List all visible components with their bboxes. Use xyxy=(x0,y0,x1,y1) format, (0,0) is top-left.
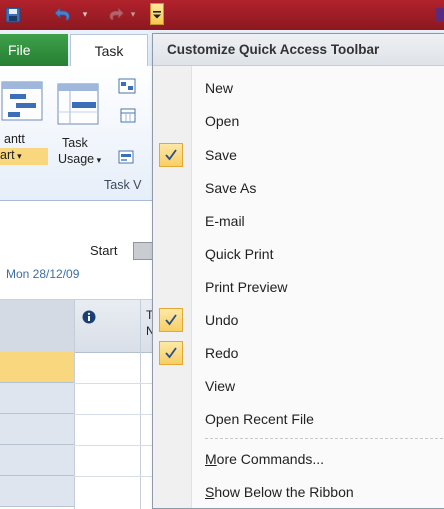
row-header[interactable] xyxy=(0,414,74,445)
timeline-start-label: Start xyxy=(90,243,118,258)
timeline-start-date: Mon 28/12/09 xyxy=(6,267,80,281)
menu-item-email[interactable]: E-mail xyxy=(153,206,444,236)
task-usage-label-line2: Usage xyxy=(58,152,95,166)
menu-item-label: Redo xyxy=(205,345,239,361)
menu-item-more-commands[interactable]: More Commands... xyxy=(153,444,444,474)
menu-item-undo[interactable]: Undo xyxy=(153,305,444,335)
menu-item-open[interactable]: Open xyxy=(153,106,444,136)
menu-item-label: Undo xyxy=(205,312,239,328)
label-rest: ore Commands... xyxy=(216,451,325,467)
redo-dropdown-icon[interactable]: ▾ xyxy=(128,4,138,26)
gantt-chart-icon[interactable] xyxy=(0,72,44,124)
other-views-icon[interactable] xyxy=(118,148,138,166)
menu-item-redo[interactable]: Redo xyxy=(153,338,444,368)
row-header[interactable] xyxy=(0,383,74,414)
task-usage-dropdown[interactable]: Usage ▾ xyxy=(58,152,101,166)
mnemonic: M xyxy=(205,451,217,467)
menu-item-quick-print[interactable]: Quick Print xyxy=(153,239,444,269)
menu-separator xyxy=(205,438,443,439)
menu-item-label: E-mail xyxy=(205,213,245,229)
menu-item-show-below-ribbon[interactable]: Show Below the Ribbon xyxy=(153,477,444,507)
checkmark-icon xyxy=(159,143,183,167)
window-icon-fragment xyxy=(436,8,444,22)
menu-title: Customize Quick Access Toolbar xyxy=(153,34,444,66)
timeline-start-marker xyxy=(133,242,153,260)
tab-file[interactable]: File xyxy=(0,34,68,66)
menu-item-label: Print Preview xyxy=(205,279,288,295)
customize-dropdown-icon xyxy=(153,11,161,19)
indicators-column-icon xyxy=(82,310,96,327)
grid-divider xyxy=(140,300,141,509)
grid-divider xyxy=(74,476,154,477)
menu-item-label: Save As xyxy=(205,180,257,196)
menu-item-open-recent-file[interactable]: Open Recent File xyxy=(153,404,444,434)
network-diagram-icon[interactable] xyxy=(118,78,138,96)
menu-item-label: Open Recent File xyxy=(205,411,314,427)
menu-item-view[interactable]: View xyxy=(153,371,444,401)
task-usage-icon[interactable] xyxy=(56,80,100,128)
save-icon[interactable] xyxy=(2,4,24,26)
task-usage-label-line1[interactable]: Task xyxy=(62,136,88,150)
chevron-down-icon: ▾ xyxy=(94,155,102,165)
menu-item-label: Open xyxy=(205,113,240,129)
tab-task[interactable]: Task xyxy=(70,34,148,66)
mnemonic: S xyxy=(205,484,215,500)
menu-item-label: View xyxy=(205,378,236,394)
grid-divider xyxy=(74,300,75,509)
undo-icon[interactable] xyxy=(52,4,78,26)
grid-divider xyxy=(74,414,154,415)
menu-item-label: Show Below the Ribbon xyxy=(205,484,354,500)
gantt-label-line2: art xyxy=(0,148,15,162)
redo-icon[interactable] xyxy=(102,4,126,26)
task-views-group-label: Task V xyxy=(104,178,142,192)
menu-item-print-preview[interactable]: Print Preview xyxy=(153,272,444,302)
row-header[interactable] xyxy=(0,445,74,476)
row-header-selected[interactable] xyxy=(0,352,74,383)
grid-divider xyxy=(74,383,154,384)
checkmark-icon xyxy=(159,341,183,365)
label-rest: how Below the Ribbon xyxy=(214,484,354,500)
menu-item-label: Save xyxy=(205,147,237,163)
chevron-down-icon: ▾ xyxy=(14,151,22,161)
menu-item-label: More Commands... xyxy=(205,451,324,467)
customize-qat-button[interactable] xyxy=(150,3,164,25)
undo-dropdown-icon[interactable]: ▾ xyxy=(80,4,90,26)
menu-item-save[interactable]: Save xyxy=(153,140,444,170)
menu-item-new[interactable]: New xyxy=(153,73,444,103)
gantt-chart-dropdown[interactable]: art ▾ xyxy=(0,148,48,165)
row-header[interactable] xyxy=(0,476,74,507)
customize-qat-menu: Customize Quick Access Toolbar New Open … xyxy=(152,33,444,509)
menu-item-label: Quick Print xyxy=(205,246,274,262)
calendar-icon[interactable] xyxy=(120,108,138,124)
grid-divider xyxy=(74,445,154,446)
checkmark-icon xyxy=(159,308,183,332)
menu-item-label: New xyxy=(205,80,234,96)
menu-item-save-as[interactable]: Save As xyxy=(153,173,444,203)
gantt-label-line1[interactable]: antt xyxy=(4,132,25,146)
grid-select-all[interactable] xyxy=(0,300,75,352)
